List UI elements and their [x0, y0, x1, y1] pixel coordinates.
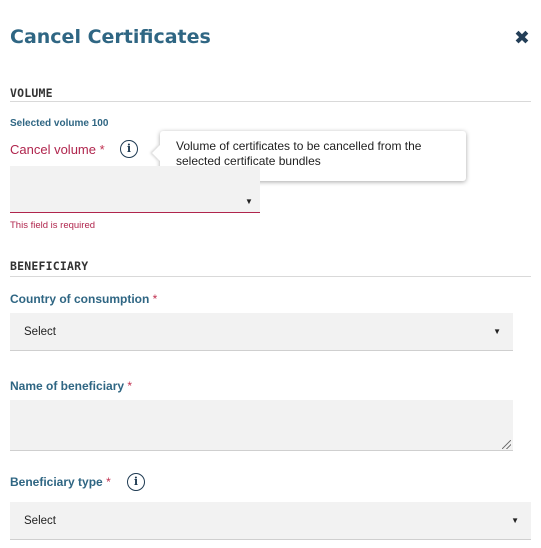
- tooltip-text: Volume of certificates to be cancelled f…: [176, 139, 422, 168]
- name-of-beneficiary-textarea[interactable]: [10, 400, 513, 451]
- country-select[interactable]: Select ▼: [10, 313, 513, 351]
- beneficiary-type-label: Beneficiary type *: [10, 475, 111, 489]
- country-label-text: Country of consumption: [10, 292, 150, 306]
- name-label-text: Name of beneficiary: [10, 379, 125, 393]
- required-marker: *: [152, 292, 158, 306]
- country-select-value: Select: [24, 326, 56, 338]
- type-label-text: Beneficiary type: [10, 475, 103, 489]
- cancel-volume-label: Cancel volume *: [10, 142, 105, 157]
- beneficiary-section-heading: BENEFICIARY: [10, 259, 89, 273]
- volume-divider: [10, 101, 531, 102]
- chevron-down-icon: ▼: [511, 516, 519, 525]
- required-marker: *: [106, 475, 111, 489]
- type-select-value: Select: [24, 515, 56, 527]
- volume-section-heading: VOLUME: [10, 86, 53, 100]
- beneficiary-type-select[interactable]: Select ▼: [10, 502, 531, 540]
- selected-volume-text: Selected volume 100: [10, 118, 109, 129]
- dialog-title: Cancel Certificates: [10, 26, 211, 48]
- required-marker: *: [99, 142, 105, 157]
- resize-handle-icon[interactable]: [502, 440, 511, 449]
- volume-error-message: This field is required: [10, 220, 96, 231]
- name-of-beneficiary-label: Name of beneficiary *: [10, 379, 132, 393]
- info-icon[interactable]: i: [127, 473, 145, 491]
- chevron-down-icon: ▼: [493, 327, 501, 336]
- close-icon[interactable]: ✖: [512, 28, 532, 48]
- country-of-consumption-label: Country of consumption *: [10, 292, 157, 306]
- required-marker: *: [127, 379, 133, 393]
- cancel-volume-label-text: Cancel volume: [10, 142, 96, 157]
- info-icon[interactable]: i: [120, 140, 138, 158]
- cancel-volume-input[interactable]: [10, 166, 260, 213]
- beneficiary-divider: [10, 276, 531, 277]
